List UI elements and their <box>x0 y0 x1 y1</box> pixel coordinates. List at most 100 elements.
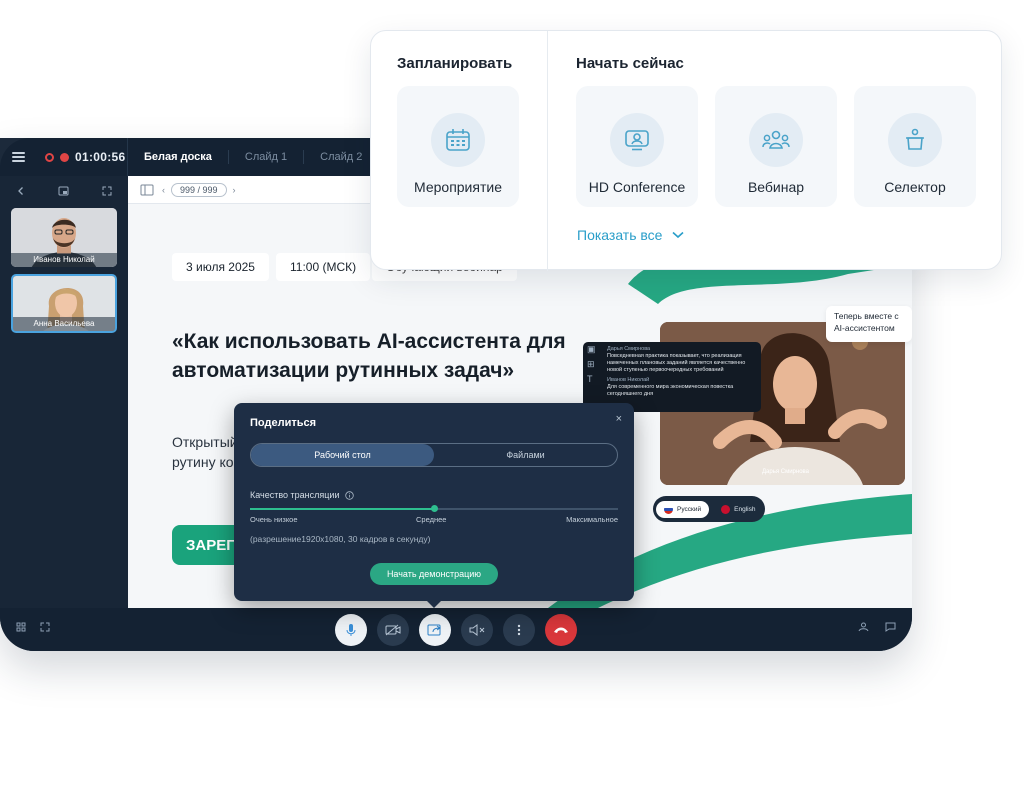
quality-label-row: Качество трансляции <box>250 490 354 500</box>
menu-icon[interactable] <box>12 152 25 162</box>
call-timer: 01:00:56 <box>75 150 126 164</box>
tile-event[interactable]: Мероприятие <box>397 86 519 207</box>
quality-label: Качество трансляции <box>250 490 340 500</box>
tile-label: Вебинар <box>747 179 805 195</box>
chat-panel: ▣ ⊞ T Дарья Смирнова Повседневная практик… <box>583 342 761 412</box>
chat-author: Иванов Николай <box>607 377 650 383</box>
quality-medium: Среднее <box>416 515 447 524</box>
language-switcher: Русский English <box>653 496 765 522</box>
share-mode-toggle: Рабочий стол Файлами <box>250 443 618 467</box>
board-tabs: Белая доска Слайд 1 Слайд 2 <box>128 138 378 176</box>
share-files-option[interactable]: Файлами <box>434 444 617 466</box>
lang-english[interactable]: English <box>713 501 763 518</box>
call-controls <box>335 613 577 646</box>
call-controls-bar <box>0 608 912 651</box>
tab-slide-1[interactable]: Слайд 1 <box>227 150 303 164</box>
tile-webinar[interactable]: Вебинар <box>715 86 837 207</box>
sidebar-toggle-icon[interactable] <box>140 184 154 196</box>
resolution-note: (разрешение1920x1080, 30 кадров в секунд… <box>250 534 431 544</box>
ai-bubble: Теперь вместе с AI-ассистентом <box>826 306 912 342</box>
chevron-down-icon <box>672 231 685 239</box>
participants-icon[interactable] <box>858 622 869 632</box>
tile-label: HD Conference <box>588 179 686 195</box>
ru-flag-icon <box>664 504 673 514</box>
camera-off-icon <box>385 624 401 635</box>
side-tools <box>858 622 896 632</box>
page-input[interactable]: 999 / 999 <box>171 182 227 197</box>
quality-slider-handle[interactable] <box>430 505 438 512</box>
share-dialog: Поделиться × Рабочий стол Файлами Качест… <box>234 403 634 608</box>
prev-slide-icon[interactable]: ‹ <box>162 185 165 195</box>
next-slide-icon[interactable]: › <box>233 185 236 195</box>
start-demo-button[interactable]: Начать демонстрацию <box>370 563 498 585</box>
page: 01:00:56 Белая доска Слайд 1 Слайд 2 Ива… <box>0 0 1024 787</box>
chat-tools: ▣ ⊞ T <box>587 345 601 384</box>
tile-label: Мероприятие <box>414 179 502 195</box>
lang-label: Русский <box>677 505 702 513</box>
speaker-button[interactable] <box>461 613 493 646</box>
people-icon[interactable]: ▣ <box>587 345 601 354</box>
share-title: Поделиться <box>250 417 317 429</box>
selector-icon <box>888 113 942 167</box>
participant-name: Иванов Николай <box>11 253 117 267</box>
tile-selector[interactable]: Селектор <box>854 86 976 207</box>
video-conference-icon <box>610 113 664 167</box>
uk-flag-icon <box>721 504 731 514</box>
record-dot-icon[interactable] <box>60 152 69 162</box>
screen-share-icon <box>427 624 441 635</box>
expand-icon[interactable] <box>102 186 112 196</box>
share-desktop-option[interactable]: Рабочий стол <box>251 444 434 466</box>
tab-slide-2[interactable]: Слайд 2 <box>303 150 378 164</box>
chat-message: Дарья Смирнова Повседневная практика пока… <box>607 346 755 374</box>
participants-panel: Иванов Николай Анна Васильева <box>0 176 128 608</box>
tab-whiteboard[interactable]: Белая доска <box>144 150 228 164</box>
participant-tile-selected[interactable]: Анна Васильева <box>11 274 117 333</box>
pip-icon[interactable] <box>58 186 69 196</box>
microphone-icon <box>346 623 356 636</box>
quality-low: Очень низкое <box>250 515 298 524</box>
text-icon[interactable]: T <box>587 375 601 384</box>
lang-label: English <box>734 505 756 513</box>
chat-text: Для современного мира экономическая пове… <box>607 384 734 397</box>
participant-tile[interactable]: Иванов Николай <box>11 208 117 267</box>
speaker-muted-icon <box>469 623 485 636</box>
back-icon[interactable] <box>16 186 26 196</box>
layout-tools <box>16 622 50 632</box>
hangup-icon <box>554 627 568 633</box>
chat-author: Дарья Смирнова <box>607 346 651 352</box>
record-ring-icon <box>45 152 54 162</box>
speaker-name: Дарья Смирнова <box>761 469 809 475</box>
event-time: 11:00 (МСК) <box>276 253 371 281</box>
more-icon <box>517 624 521 635</box>
slide-pager: ‹ 999 / 999 › <box>162 182 236 197</box>
start-now-title: Начать сейчас <box>576 55 684 72</box>
event-date: 3 июля 2025 <box>172 253 269 281</box>
show-all-link[interactable]: Показать все <box>577 227 685 243</box>
show-all-label: Показать все <box>577 227 663 243</box>
microphone-button[interactable] <box>335 613 367 646</box>
quality-max: Максимальное <box>566 515 618 524</box>
translate-icon[interactable]: ⊞ <box>587 360 601 369</box>
fullscreen-icon[interactable] <box>40 622 50 632</box>
plan-title: Запланировать <box>397 55 513 72</box>
hangup-button[interactable] <box>545 613 577 646</box>
participant-name: Анна Васильева <box>13 317 115 331</box>
chat-icon[interactable] <box>885 622 896 632</box>
top-bar-left: 01:00:56 <box>0 138 128 176</box>
divider <box>547 31 548 271</box>
close-icon[interactable]: × <box>616 413 622 425</box>
screen-share-button[interactable] <box>419 613 451 646</box>
info-icon[interactable] <box>344 490 354 500</box>
quality-slider-fill <box>250 508 434 510</box>
lang-russian[interactable]: Русский <box>656 500 710 518</box>
more-button[interactable] <box>503 613 535 646</box>
meeting-launcher: Запланировать Начать сейчас Мероприятие … <box>370 30 1002 271</box>
tile-hd-conference[interactable]: HD Conference <box>576 86 698 207</box>
tile-label: Селектор <box>884 179 946 195</box>
chat-text: Повседневная практика показывает, что ре… <box>607 353 746 373</box>
grid-icon[interactable] <box>16 622 26 632</box>
quality-slider[interactable] <box>250 505 618 512</box>
camera-button[interactable] <box>377 613 409 646</box>
participants-toolbar <box>0 176 128 206</box>
calendar-icon <box>431 113 485 167</box>
